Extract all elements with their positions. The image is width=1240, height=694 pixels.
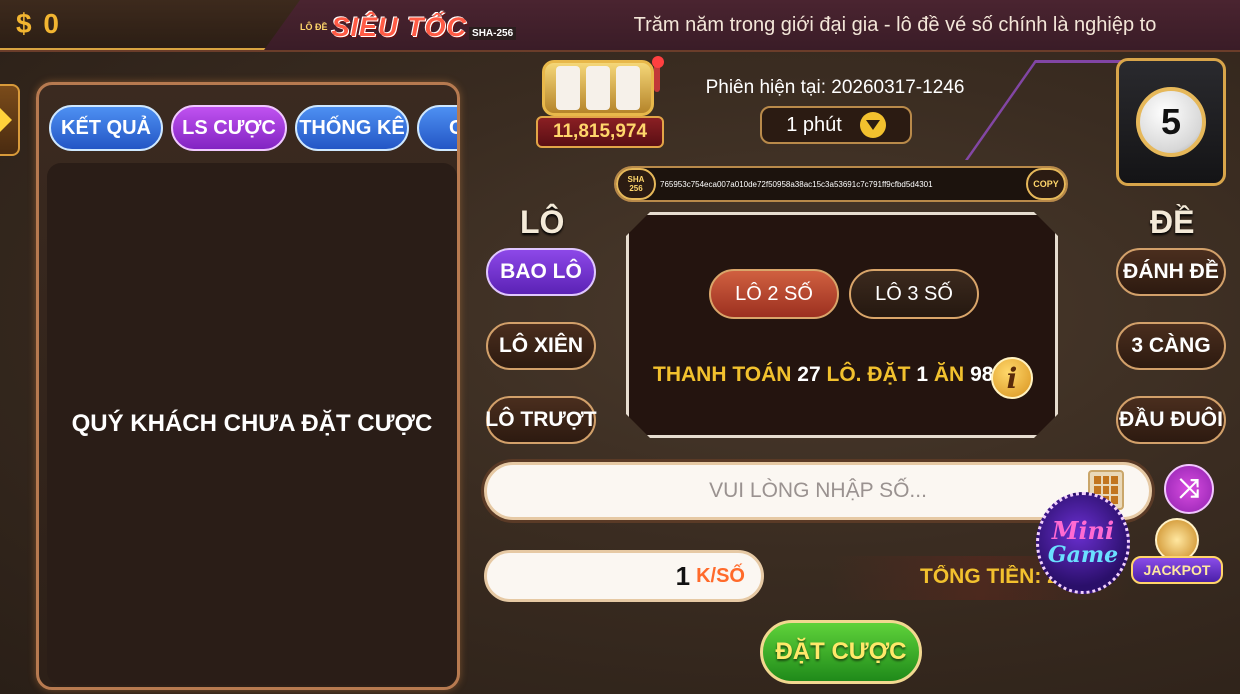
slogan: Trăm năm trong giới đại gia - lô đề vé s… [633, 14, 1157, 36]
logo-main-text: SIÊU TỐC [331, 11, 468, 42]
empty-bets-message: QUÝ KHÁCH CHƯA ĐẶT CƯỢC [47, 163, 457, 685]
tab-results[interactable]: KẾT QUẢ [49, 105, 163, 151]
hash-bar: SHA 256 765953c754eca007a010de72f50958a38… [614, 166, 1068, 202]
total-amount: TỔNG TIỀN: 2 [920, 565, 1059, 588]
tab-statistics[interactable]: THỐNG KÊ [295, 105, 409, 151]
logo-sub-text: SHA-256 [469, 26, 517, 40]
lo-section-title: LÔ [520, 204, 565, 240]
slot-machine-icon [542, 60, 654, 116]
3-cang-button[interactable]: 3 CÀNG [1116, 322, 1226, 370]
danh-de-button[interactable]: ĐÁNH ĐỀ [1116, 248, 1226, 296]
tab-more[interactable]: C [417, 105, 457, 151]
lo-xien-button[interactable]: LÔ XIÊN [486, 322, 596, 370]
place-bet-button[interactable]: ĐẶT CƯỢC [760, 620, 922, 684]
bet-amount-unit: K/SỐ [696, 564, 745, 587]
tab-bet-history[interactable]: LS CƯỢC [171, 105, 287, 151]
expand-arrow-icon[interactable] [0, 84, 20, 156]
bao-lo-button[interactable]: BAO LÔ [486, 248, 596, 296]
info-icon[interactable]: i [991, 357, 1033, 399]
logo-small-text: LÔ ĐỀ [300, 22, 328, 32]
de-section-title: ĐỀ [1150, 204, 1195, 240]
jackpot-amount: 11,815,974 [536, 116, 664, 148]
current-session: Phiên hiện tại: 20260317-1246 [705, 77, 965, 98]
minigame-button[interactable]: Mini Game [1036, 492, 1130, 594]
bet-type-panel: LÔ 2 SỐ LÔ 3 SỐ THANH TOÁN 27 LÔ. ĐẶT 1 … [626, 212, 1058, 438]
sha256-tag: SHA 256 [616, 168, 656, 200]
jackpot-slot[interactable]: 11,815,974 [536, 56, 664, 150]
hash-value: 765953c754eca007a010de72f50958a38ac15c3a… [660, 179, 933, 189]
drawn-ball: 5 [1136, 87, 1206, 157]
result-ball-frame: 5 [1116, 58, 1226, 186]
balance-amount: $ 0 [16, 8, 61, 39]
jackpot-label: JACKPOT [1131, 556, 1223, 584]
round-duration-select[interactable]: 1 phút [760, 106, 912, 144]
lo-3-so-button[interactable]: LÔ 3 SỐ [849, 269, 979, 319]
chevron-down-icon [859, 112, 886, 138]
jackpot-button[interactable]: JACKPOT [1130, 500, 1224, 584]
dau-duoi-button[interactable]: ĐẦU ĐUÔI [1116, 396, 1226, 444]
bet-amount-value: 1 [675, 560, 691, 591]
payout-rate: THANH TOÁN 27 LÔ. ĐẶT 1 ĂN 98 [653, 363, 994, 386]
history-panel: KẾT QUẢ LS CƯỢC THỐNG KÊ C QUÝ KHÁCH CHƯ… [36, 82, 460, 690]
copy-hash-button[interactable]: COPY [1026, 168, 1066, 200]
game-logo: LÔ ĐỀ SIÊU TỐC SHA-256 [300, 10, 530, 44]
bet-amount-input[interactable]: 1 K/SỐ [484, 550, 764, 602]
lo-2-so-button[interactable]: LÔ 2 SỐ [709, 269, 839, 319]
round-duration-value: 1 phút [786, 113, 842, 136]
lo-truot-button[interactable]: LÔ TRƯỢT [485, 396, 597, 444]
